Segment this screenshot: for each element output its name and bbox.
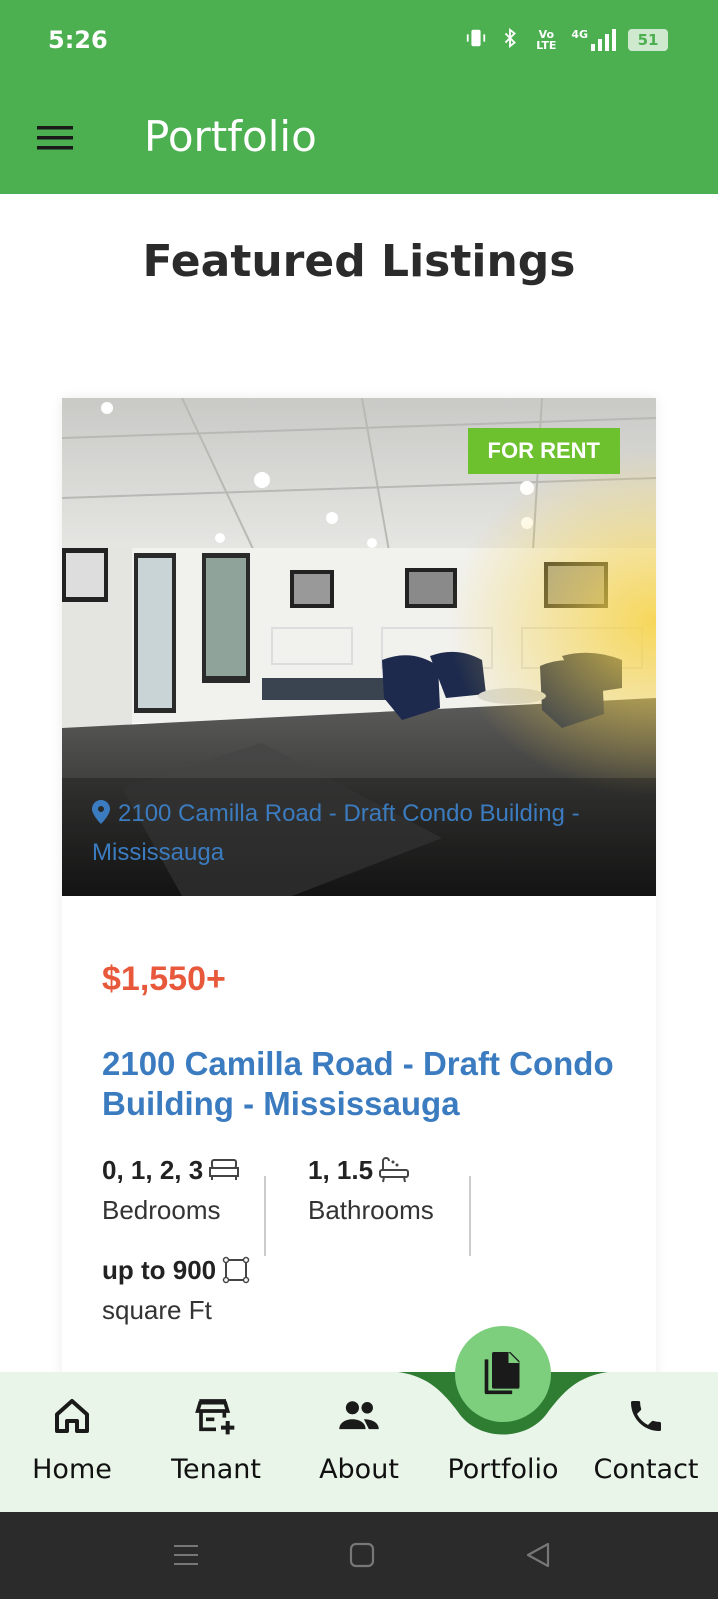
network-type: 4G <box>571 28 588 41</box>
volte-icon: Vo LTE <box>536 28 557 52</box>
portfolio-fab[interactable] <box>455 1326 551 1422</box>
listing-photo[interactable]: FOR RENT 2100 Camilla Road - Draft Condo… <box>62 398 656 896</box>
status-icons: Vo LTE 4G 51 <box>465 26 668 54</box>
phone-icon <box>631 1401 661 1431</box>
bathrooms-value-row: 1, 1.5 <box>308 1150 434 1190</box>
listing-price: $1,550+ <box>102 960 226 998</box>
photo-location: 2100 Camilla Road - Draft Condo Building… <box>92 796 622 871</box>
people-icon <box>339 1401 379 1430</box>
nav-label-home: Home <box>32 1454 112 1485</box>
photo-location-text: 2100 Camilla Road - Draft Condo Building… <box>92 800 580 866</box>
system-nav-bar <box>0 1512 718 1599</box>
signal-icon: 4G <box>571 28 616 52</box>
bottom-nav: Home Tenant About Portfolio Contact <box>0 1372 718 1512</box>
store-add-icon <box>195 1399 235 1435</box>
documents-icon <box>484 1352 520 1395</box>
bathtub-icon <box>379 1157 410 1183</box>
bedrooms-spec: 0, 1, 2, 3 Bedrooms <box>102 1150 240 1230</box>
area-value: up to 900 <box>102 1255 217 1285</box>
vibrate-icon <box>465 27 487 53</box>
bedrooms-value: 0, 1, 2, 3 <box>102 1155 204 1185</box>
bedrooms-value-row: 0, 1, 2, 3 <box>102 1150 240 1190</box>
nav-label-portfolio: Portfolio <box>447 1454 559 1485</box>
bathrooms-label: Bathrooms <box>308 1195 434 1225</box>
square-area-icon <box>222 1256 250 1284</box>
app-bar: Portfolio <box>0 82 718 194</box>
listing-title-link[interactable]: 2100 Camilla Road - Draft Condo Building… <box>102 1044 622 1124</box>
nav-label-about: About <box>319 1454 399 1485</box>
area-label: square Ft <box>102 1295 212 1325</box>
home-icon <box>55 1399 89 1433</box>
bedrooms-label: Bedrooms <box>102 1195 221 1225</box>
bluetooth-icon <box>499 26 521 54</box>
nav-label-tenant: Tenant <box>171 1454 261 1485</box>
back-button[interactable] <box>524 1540 552 1570</box>
bathrooms-value: 1, 1.5 <box>308 1155 374 1185</box>
recents-button[interactable] <box>172 1540 200 1570</box>
nav-label-contact: Contact <box>593 1454 699 1485</box>
hamburger-icon <box>37 126 73 150</box>
app-title: Portfolio <box>144 112 317 161</box>
listing-status-badge: FOR RENT <box>467 428 620 474</box>
area-value-row: up to 900 <box>102 1250 250 1290</box>
area-spec: up to 900 square Ft <box>102 1250 250 1330</box>
spec-divider <box>469 1176 471 1256</box>
listing-card[interactable]: FOR RENT 2100 Camilla Road - Draft Condo… <box>62 398 656 1378</box>
bed-icon <box>209 1159 240 1180</box>
page-title: Featured Listings <box>142 236 576 287</box>
home-button[interactable] <box>348 1540 376 1570</box>
nav-item-tenant[interactable]: Tenant <box>144 1372 288 1512</box>
nav-item-home[interactable]: Home <box>0 1372 144 1512</box>
status-bar: 5:26 Vo LTE 4G 51 <box>0 0 718 82</box>
status-time: 5:26 <box>48 26 108 54</box>
menu-button[interactable] <box>30 118 80 158</box>
bathrooms-spec: 1, 1.5 Bathrooms <box>308 1150 434 1230</box>
battery-icon: 51 <box>628 29 668 51</box>
location-pin-icon <box>92 799 110 835</box>
spec-divider <box>264 1176 266 1256</box>
